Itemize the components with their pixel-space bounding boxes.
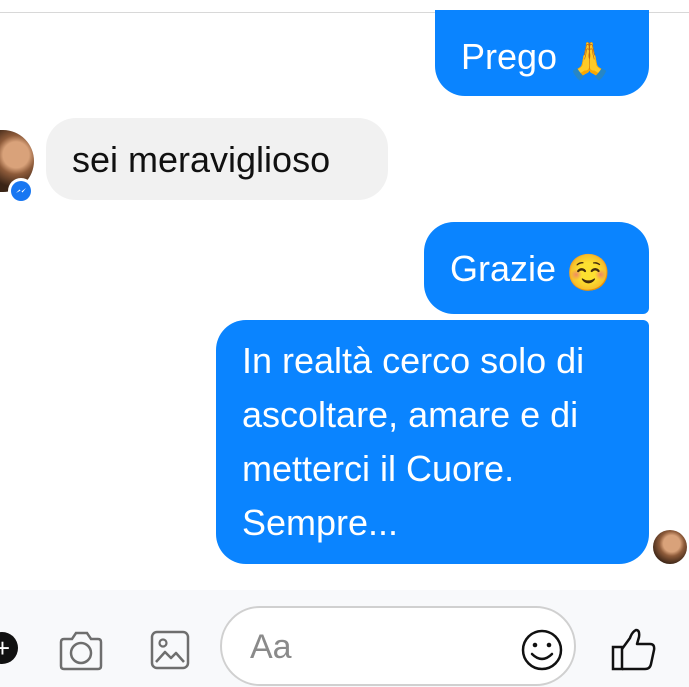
message-text: Grazie — [450, 248, 557, 289]
message-input-placeholder: Aa — [250, 628, 292, 666]
message-bubble-outgoing[interactable]: Grazie ☺️ — [424, 222, 649, 314]
messenger-badge-icon — [8, 178, 34, 204]
message-line: Sempre... — [242, 502, 399, 543]
message-bubble-outgoing[interactable]: In realtà cerco solo di ascoltare, amare… — [216, 320, 649, 564]
camera-icon[interactable] — [57, 630, 105, 677]
message-line: ascoltare, amare e di — [242, 394, 579, 435]
message-bubble-outgoing[interactable]: Prego 🙏 — [435, 10, 649, 96]
emoji-icon[interactable] — [520, 628, 564, 677]
message-text: Prego — [461, 36, 558, 77]
thumbs-up-icon[interactable] — [610, 626, 658, 679]
message-line: In realtà cerco solo di — [242, 340, 585, 381]
message-text: sei meraviglioso — [72, 139, 331, 180]
smiling-face-emoji-icon: ☺️ — [566, 252, 611, 293]
message-line: metterci il Cuore. — [242, 448, 515, 489]
message-bubble-incoming[interactable]: sei meraviglioso — [46, 118, 388, 200]
gallery-icon[interactable] — [150, 630, 190, 675]
praying-hands-emoji-icon: 🙏 — [567, 40, 612, 81]
message-input[interactable]: Aa — [220, 606, 576, 686]
read-receipt-avatar — [653, 530, 687, 564]
